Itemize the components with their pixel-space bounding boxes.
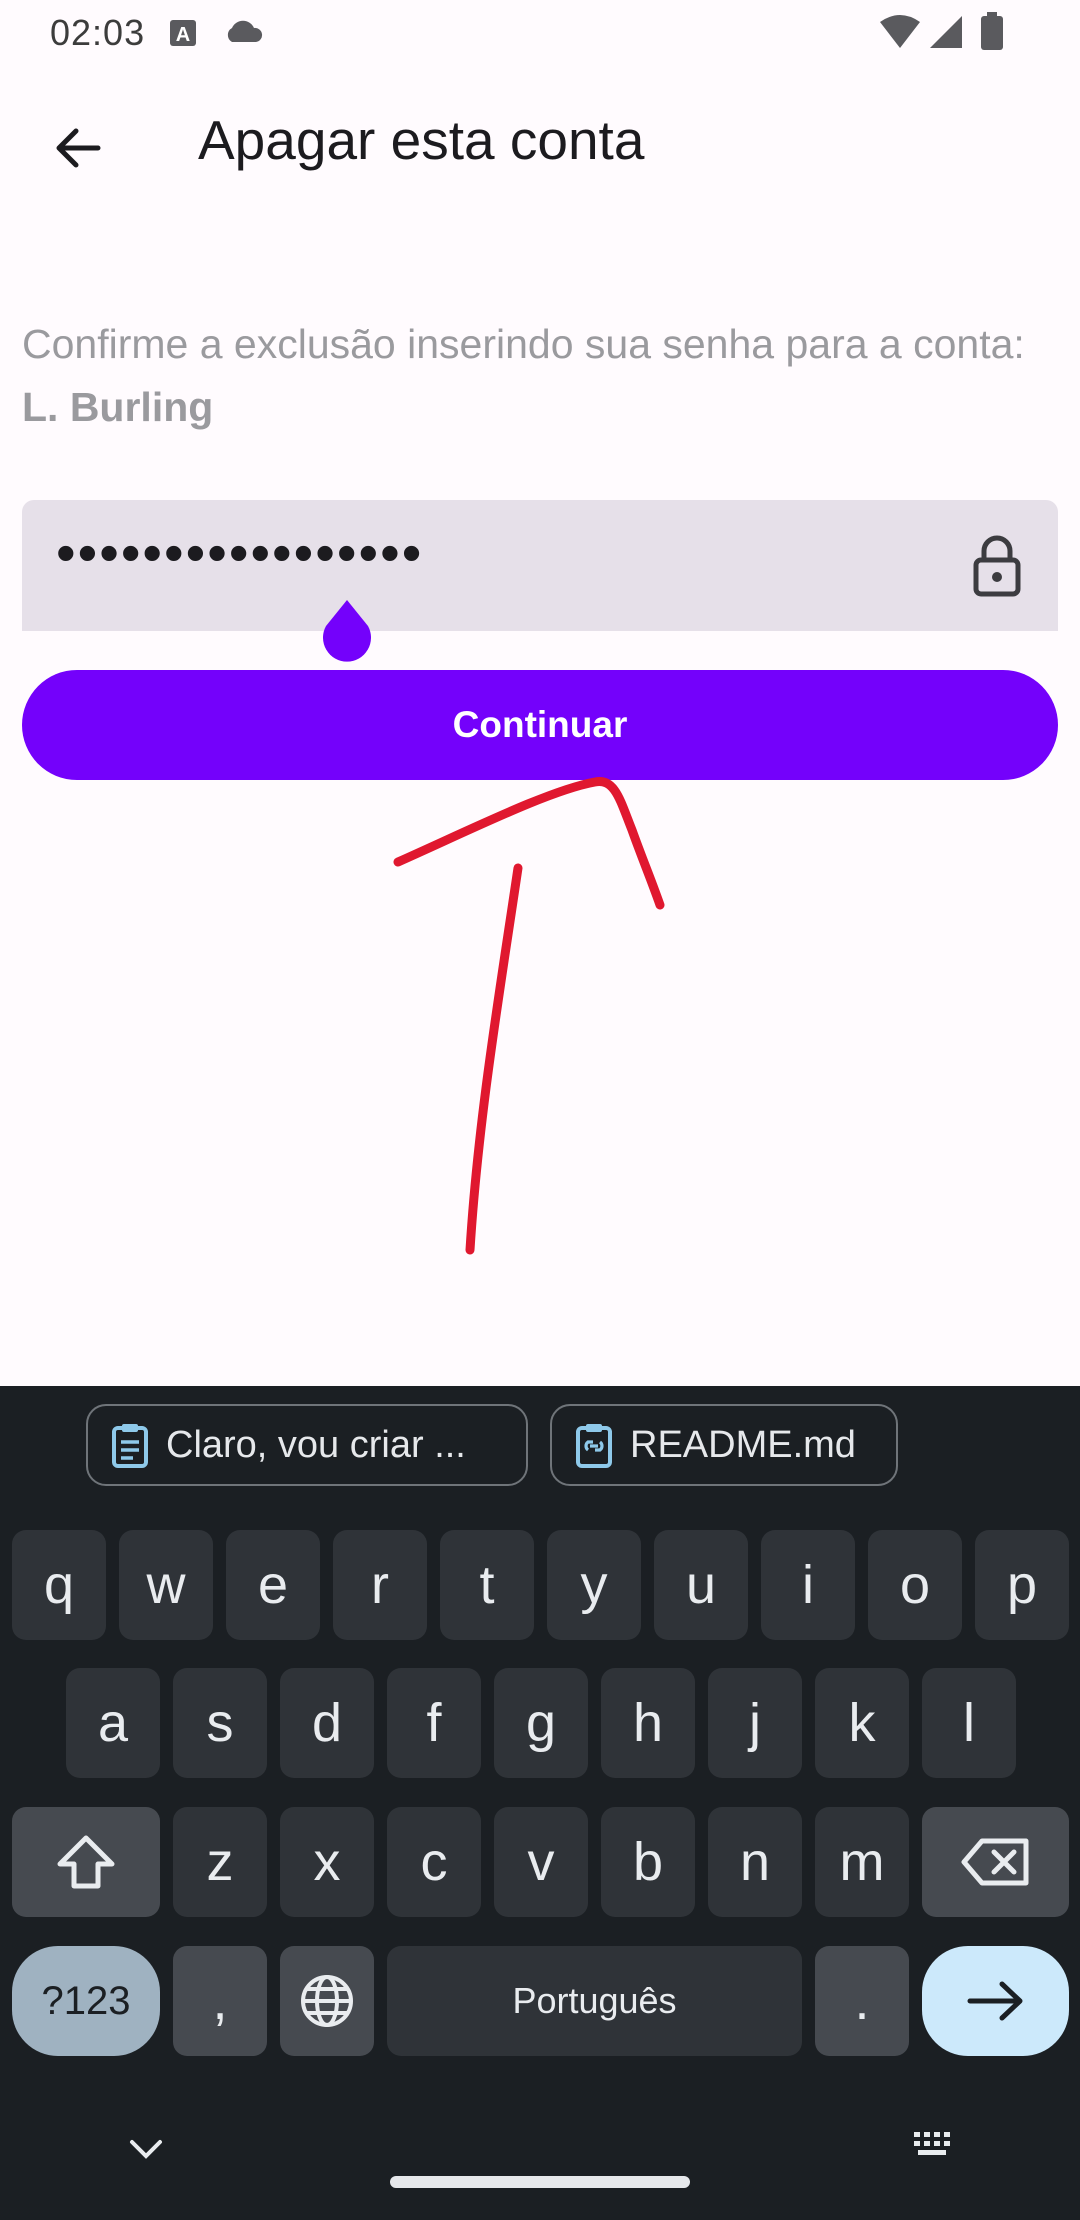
gesture-nav-handle[interactable]: [390, 2176, 690, 2188]
key-p[interactable]: p: [975, 1530, 1069, 1640]
key-l[interactable]: l: [922, 1668, 1016, 1778]
back-button[interactable]: [40, 110, 115, 185]
page-title: Apagar esta conta: [198, 109, 645, 171]
password-value: •••••••••••••••••: [56, 521, 424, 584]
keyboard-switch-icon[interactable]: [912, 2128, 956, 2164]
soft-keyboard: Claro, vou criar ... README.md q w e r t…: [0, 1386, 1080, 2220]
key-j[interactable]: j: [708, 1668, 802, 1778]
hide-keyboard-icon[interactable]: [128, 2138, 164, 2162]
key-x[interactable]: x: [280, 1807, 374, 1917]
clipboard-suggestion-2[interactable]: README.md: [550, 1404, 898, 1486]
key-c[interactable]: c: [387, 1807, 481, 1917]
key-t[interactable]: t: [440, 1530, 534, 1640]
key-v[interactable]: v: [494, 1807, 588, 1917]
key-w[interactable]: w: [119, 1530, 213, 1640]
shift-key[interactable]: [12, 1807, 160, 1917]
cell-signal-icon: [930, 16, 962, 48]
wifi-icon: [880, 15, 920, 48]
key-r[interactable]: r: [333, 1530, 427, 1640]
status-bar: 02:03 A: [0, 0, 1080, 66]
arrow-back-icon: [56, 128, 100, 167]
clipboard-suggestion-1-label: Claro, vou criar ...: [166, 1423, 466, 1466]
cloud-icon: [227, 20, 263, 42]
key-q[interactable]: q: [12, 1530, 106, 1640]
clipboard-link-icon: [576, 1424, 612, 1468]
key-b[interactable]: b: [601, 1807, 695, 1917]
clipboard-suggestion-2-label: README.md: [630, 1423, 856, 1466]
key-h[interactable]: h: [601, 1668, 695, 1778]
key-k[interactable]: k: [815, 1668, 909, 1778]
backspace-key[interactable]: [922, 1807, 1069, 1917]
space-key[interactable]: Português: [387, 1946, 802, 2056]
svg-text:A: A: [176, 24, 190, 46]
shift-icon: [57, 1835, 115, 1889]
lock-icon: [973, 535, 1021, 597]
battery-icon: [981, 12, 1003, 50]
confirm-instruction: Confirme a exclusão inserindo sua senha …: [22, 313, 1052, 439]
status-time: 02:03: [50, 12, 146, 53]
key-y[interactable]: y: [547, 1530, 641, 1640]
key-a[interactable]: a: [66, 1668, 160, 1778]
arrow-forward-icon: [967, 1981, 1022, 2021]
account-name: L. Burling: [22, 384, 214, 430]
key-m[interactable]: m: [815, 1807, 909, 1917]
keyboard-a-icon: A: [170, 20, 196, 46]
enter-key[interactable]: [922, 1946, 1069, 2056]
key-f[interactable]: f: [387, 1668, 481, 1778]
clipboard-icon: [112, 1424, 148, 1468]
comma-key[interactable]: ,: [173, 1946, 267, 2056]
key-o[interactable]: o: [868, 1530, 962, 1640]
password-input[interactable]: •••••••••••••••••: [22, 500, 1058, 631]
key-u[interactable]: u: [654, 1530, 748, 1640]
symbols-key[interactable]: ?123: [12, 1946, 160, 2056]
language-key[interactable]: [280, 1946, 374, 2056]
backspace-icon: [961, 1838, 1028, 1886]
key-n[interactable]: n: [708, 1807, 802, 1917]
key-g[interactable]: g: [494, 1668, 588, 1778]
globe-icon: [301, 1975, 353, 2027]
confirm-instruction-text: Confirme a exclusão inserindo sua senha …: [22, 321, 1025, 367]
hand-drawn-arrow-annotation: [393, 777, 665, 1255]
key-i[interactable]: i: [761, 1530, 855, 1640]
text-cursor-handle[interactable]: [316, 596, 378, 672]
key-d[interactable]: d: [280, 1668, 374, 1778]
clipboard-suggestion-1[interactable]: Claro, vou criar ...: [86, 1404, 528, 1486]
continue-button[interactable]: Continuar: [22, 670, 1058, 780]
key-s[interactable]: s: [173, 1668, 267, 1778]
key-z[interactable]: z: [173, 1807, 267, 1917]
key-e[interactable]: e: [226, 1530, 320, 1640]
period-key[interactable]: .: [815, 1946, 909, 2056]
